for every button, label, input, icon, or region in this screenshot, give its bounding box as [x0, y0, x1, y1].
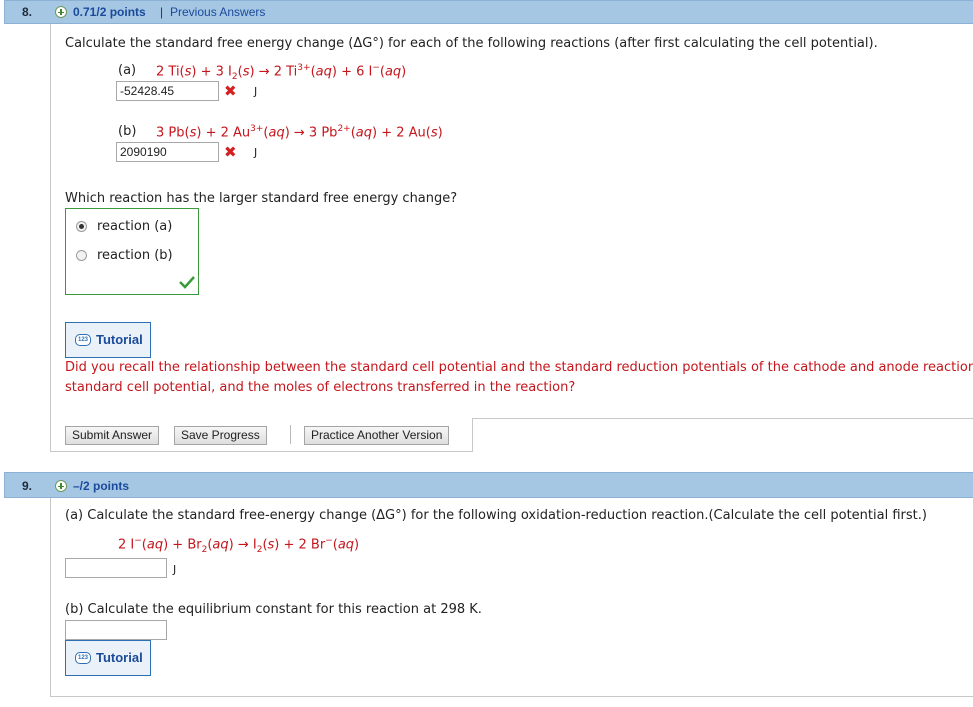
tutorial-button[interactable]: 123 Tutorial [65, 322, 151, 358]
part-b-label: (b) [118, 124, 137, 139]
expand-plus-icon[interactable] [55, 480, 67, 492]
correct-check-icon [179, 276, 195, 289]
points-score: –/2 points [73, 479, 130, 493]
question-8-prompt: Calculate the standard free energy chang… [65, 36, 878, 51]
question-9-a-unit: J [173, 563, 177, 576]
radio-reaction-b[interactable] [76, 250, 87, 261]
question-number: 9. [22, 479, 33, 493]
question-9-reaction: 2 I−(aq) + Br2(aq) → I2(s) + 2 Br−(aq) [118, 536, 360, 555]
tutorial-icon: 123 [75, 333, 91, 346]
part-b-reaction: 3 Pb(s) + 2 Au3+(aq) → 3 Pb2+(aq) + 2 Au… [156, 124, 443, 141]
question-number: 8. [22, 5, 33, 19]
mc-question: Which reaction has the larger standard f… [65, 191, 458, 206]
tutorial-button[interactable]: 123 Tutorial [65, 640, 151, 676]
hint-text-line-2: standard cell potential, and the moles o… [65, 380, 576, 395]
part-a-unit: J [254, 85, 258, 98]
button-divider [290, 425, 291, 444]
tutorial-icon: 123 [75, 651, 91, 664]
incorrect-x-icon: ✖ [224, 82, 237, 100]
part-a-answer-input[interactable]: -52428.45 [116, 81, 219, 101]
header-separator: | [160, 5, 164, 19]
option-reaction-a-label[interactable]: reaction (a) [97, 219, 172, 234]
option-reaction-b-label[interactable]: reaction (b) [97, 248, 173, 263]
previous-answers-link[interactable]: Previous Answers [170, 5, 265, 19]
tutorial-label: Tutorial [96, 332, 143, 347]
question-9-body [50, 498, 973, 697]
save-progress-button[interactable]: Save Progress [174, 426, 267, 445]
part-a-reaction: 2 Ti(s) + 3 I2(s) → 2 Ti3+(aq) + 6 I−(aq… [156, 63, 407, 82]
button-bar-top-rule [473, 418, 973, 419]
radio-reaction-a[interactable] [76, 221, 87, 232]
question-9-a-answer-input[interactable] [65, 558, 167, 578]
part-b-answer-input[interactable]: 2090190 [116, 142, 219, 162]
incorrect-x-icon: ✖ [224, 143, 237, 161]
question-9-b-answer-input[interactable] [65, 620, 167, 640]
part-a-label: (a) [118, 63, 137, 78]
question-9-prompt-a: (a) Calculate the standard free-energy c… [65, 508, 927, 523]
question-8-header: 8. 0.71/2 points | Previous Answers [4, 0, 973, 24]
hint-text-line-1: Did you recall the relationship between … [65, 360, 973, 375]
submit-answer-button[interactable]: Submit Answer [65, 426, 160, 445]
points-score: 0.71/2 points [73, 5, 146, 19]
tutorial-label: Tutorial [96, 650, 143, 665]
part-b-unit: J [254, 146, 258, 159]
question-9-header: 9. –/2 points [4, 472, 973, 498]
expand-plus-icon[interactable] [55, 6, 67, 18]
practice-another-version-button[interactable]: Practice Another Version [304, 426, 450, 445]
question-9-prompt-b: (b) Calculate the equilibrium constant f… [65, 602, 482, 617]
